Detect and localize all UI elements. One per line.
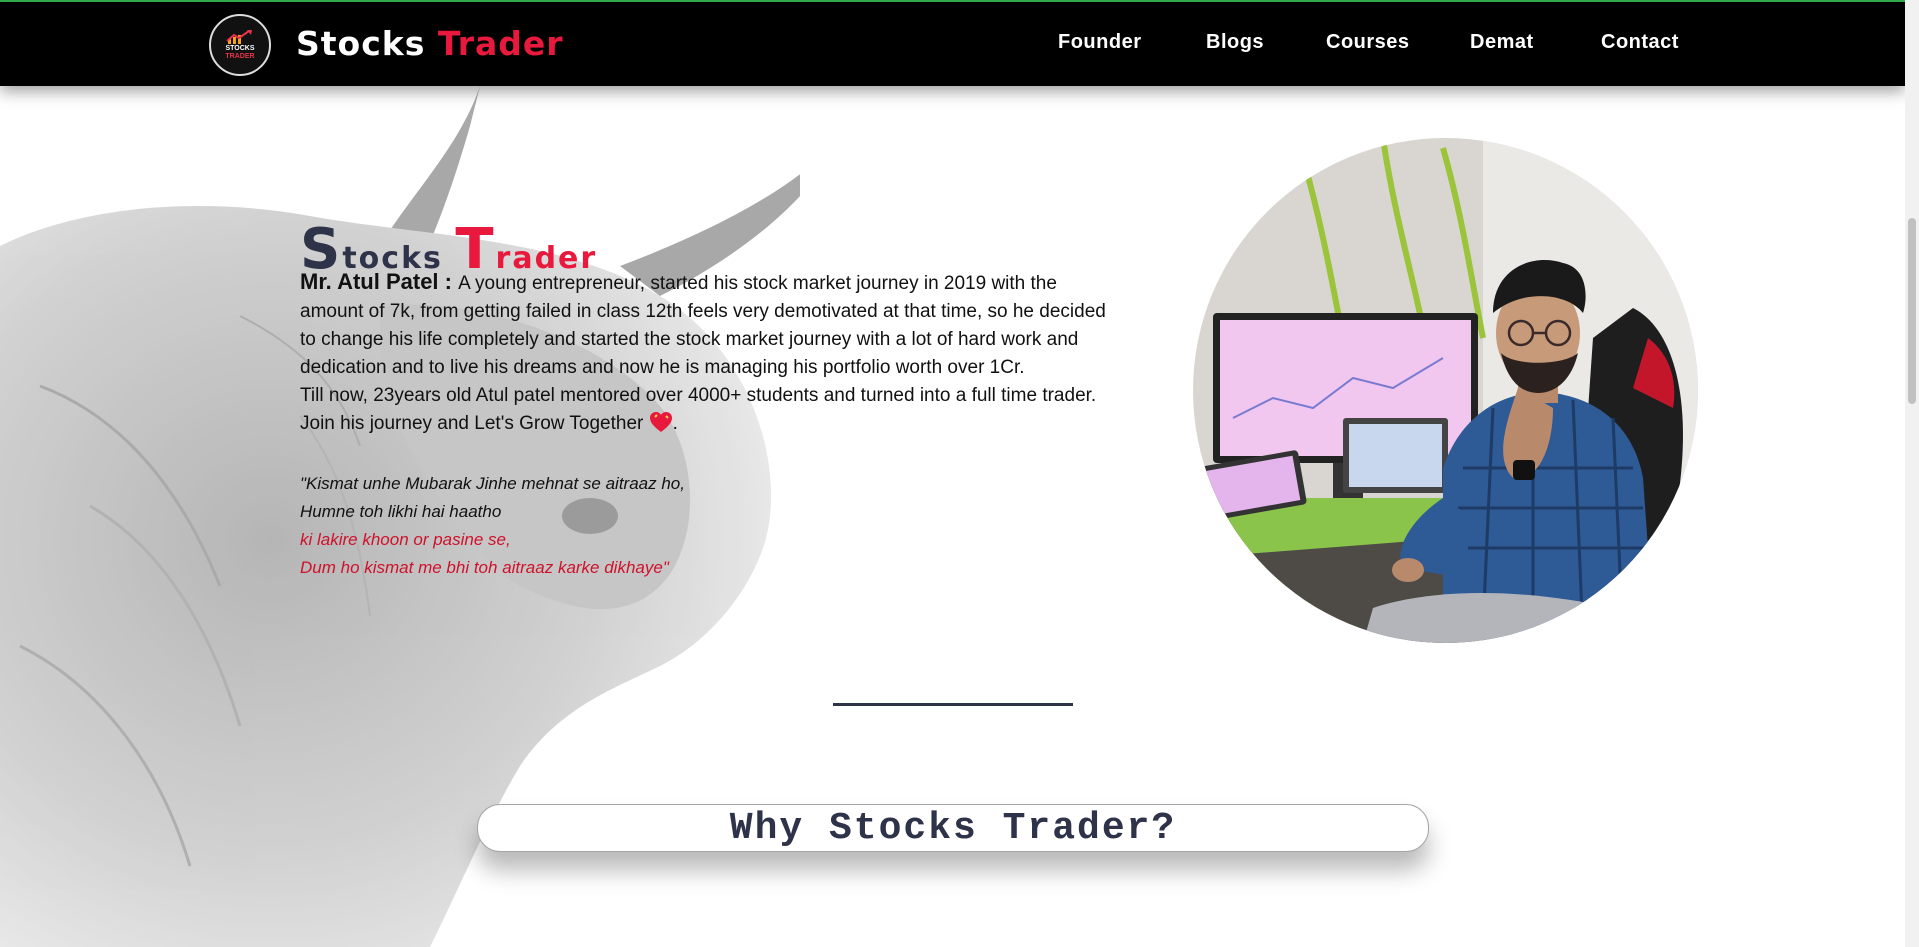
section-divider — [833, 703, 1073, 706]
why-section-heading-box: Why Stocks Trader? — [477, 804, 1429, 852]
logo-text-line1: STOCKS — [225, 45, 255, 52]
bio-call-to-action: Join his journey and Let's Grow Together — [300, 413, 644, 434]
brand-initial-t: T — [437, 24, 458, 63]
top-navbar: STOCKS TRADER Stocks Trader Founder Blog… — [0, 0, 1905, 86]
why-section-title: Why Stocks Trader? — [729, 806, 1177, 850]
chart-logo-icon — [226, 30, 252, 44]
nav-link-founder[interactable]: Founder — [1058, 31, 1142, 54]
founder-bio: Mr. Atul Patel : A young entrepreneur, s… — [300, 268, 1110, 438]
scrollbar-thumb[interactable] — [1908, 218, 1916, 404]
brand-word-tocks: tocks — [320, 24, 438, 63]
brand-word-rader: rader — [457, 24, 564, 63]
sparkling-heart-icon — [649, 412, 672, 432]
quote-line-4: Dum ho kismat me bhi toh aitraaz karke d… — [300, 558, 669, 577]
bio-mentorship: Till now, 23years old Atul patel mentore… — [300, 385, 1097, 406]
brand-name[interactable]: Stocks Trader — [296, 24, 564, 63]
nav-link-blogs[interactable]: Blogs — [1206, 31, 1264, 54]
quote-line-1: "Kismat unhe Mubarak Jinhe mehnat se ait… — [300, 474, 685, 493]
logo-text-line2: TRADER — [225, 53, 255, 60]
nav-link-demat[interactable]: Demat — [1470, 31, 1534, 54]
page-scrollbar[interactable] — [1905, 0, 1919, 947]
founder-name-label: Mr. Atul Patel : — [300, 269, 459, 294]
quote-line-2: Humne toh likhi hai haatho — [300, 502, 502, 521]
brand-initial-s: S — [296, 24, 321, 63]
motivational-quote: "Kismat unhe Mubarak Jinhe mehnat se ait… — [300, 470, 685, 582]
bio-period: . — [672, 413, 678, 434]
nav-link-courses[interactable]: Courses — [1326, 31, 1410, 54]
site-logo[interactable]: STOCKS TRADER — [209, 14, 271, 76]
founder-photo — [1193, 138, 1698, 643]
nav-link-contact[interactable]: Contact — [1601, 31, 1679, 54]
quote-line-3: ki lakire khoon or pasine se, — [300, 530, 511, 549]
